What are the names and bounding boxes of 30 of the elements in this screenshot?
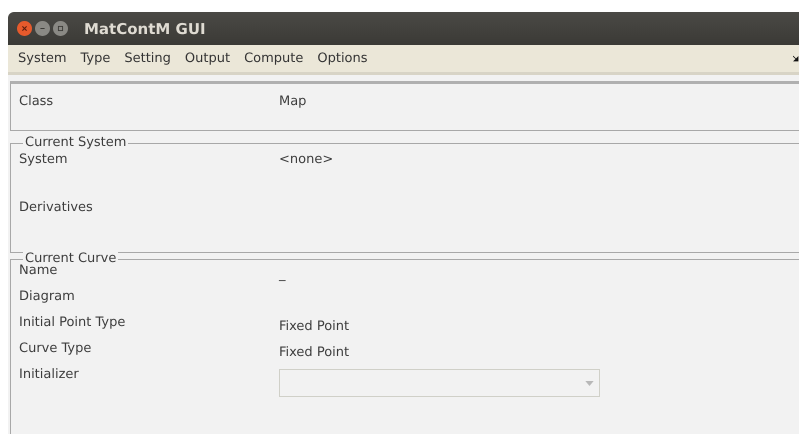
field-value: Fixed Point: [279, 319, 350, 334]
window-title: MatContM GUI: [84, 20, 206, 38]
field-value: Map: [279, 94, 306, 109]
menu-item[interactable]: Compute: [237, 51, 310, 66]
field-label: Initial Point Type: [19, 315, 126, 330]
field-label: System: [19, 152, 68, 167]
caret-icon: [585, 380, 594, 386]
field-label: Name: [19, 263, 58, 278]
menu-item[interactable]: Output: [178, 51, 238, 66]
field-label: Curve Type: [19, 341, 92, 356]
maximize-button[interactable]: [53, 21, 68, 36]
menu-item[interactable]: System: [11, 51, 74, 66]
maximize-icon: [57, 25, 64, 32]
close-button[interactable]: [17, 21, 32, 36]
menu-item[interactable]: Type: [73, 51, 118, 66]
field-label: Diagram: [19, 289, 76, 304]
field-value: <none>: [279, 152, 334, 167]
group-title: Current Curve: [23, 251, 118, 266]
field-value: _: [279, 267, 286, 282]
minimize-button[interactable]: [35, 21, 50, 36]
field-label: Initializer: [19, 367, 80, 382]
close-icon: [21, 25, 28, 32]
menu-item[interactable]: Setting: [117, 51, 178, 66]
field-label: Derivatives: [19, 200, 94, 215]
group-title: Current System: [23, 135, 128, 150]
arrow-icon: [793, 55, 799, 63]
menu-item[interactable]: Options: [310, 51, 375, 66]
field-value: Fixed Point: [279, 345, 350, 360]
field-label: Class: [19, 94, 54, 109]
minimize-icon: [39, 25, 46, 32]
